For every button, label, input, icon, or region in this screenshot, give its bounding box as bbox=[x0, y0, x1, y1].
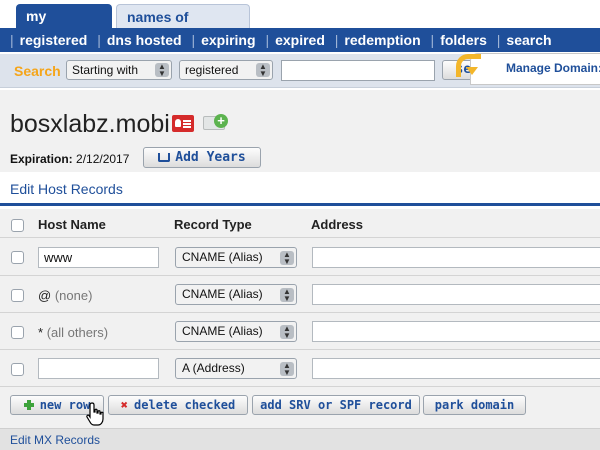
record-type-select[interactable]: A (Address) ▲ ▼ bbox=[175, 358, 297, 379]
add-to-folder-icon[interactable] bbox=[203, 114, 228, 130]
column-header-address: Address bbox=[311, 217, 364, 232]
nav-item-redemption[interactable]: redemption bbox=[344, 32, 420, 48]
park-domain-button[interactable]: park domain bbox=[423, 395, 526, 415]
updown-arrow-icon: ▲ ▼ bbox=[280, 288, 294, 303]
domain-title: bosxlabz.mobi bbox=[10, 110, 170, 138]
tab-my-domains[interactable]: my domains bbox=[16, 4, 112, 48]
new-row-label: new row bbox=[39, 398, 91, 412]
host-records-table: Host Name Record Type Address www CNAME … bbox=[0, 209, 600, 392]
search-scope-value: registered bbox=[185, 63, 239, 77]
contact-card-icon[interactable] bbox=[172, 115, 194, 132]
select-all-checkbox[interactable] bbox=[11, 219, 24, 232]
plus-icon bbox=[23, 400, 34, 410]
updown-arrow-icon: ▲ ▼ bbox=[280, 362, 294, 377]
record-type-select[interactable]: CNAME (Alias) ▲ ▼ bbox=[175, 284, 297, 305]
host-name-value: @ bbox=[38, 288, 52, 303]
delete-checked-button[interactable]: ✖ delete checked bbox=[108, 395, 248, 415]
host-name-text: @ (none) bbox=[38, 288, 92, 303]
curved-arrow-icon bbox=[456, 54, 481, 77]
nav-item-dns-hosted[interactable]: dns hosted bbox=[107, 32, 182, 48]
host-name-note: (all others) bbox=[46, 325, 109, 340]
record-type-value: CNAME (Alias) bbox=[182, 324, 263, 338]
row-checkbox[interactable] bbox=[11, 363, 24, 376]
address-input[interactable] bbox=[312, 358, 600, 379]
add-years-label: Add Years bbox=[175, 150, 246, 165]
mx-records-bar: Edit MX Records bbox=[0, 428, 600, 450]
divider bbox=[0, 275, 600, 276]
address-input[interactable] bbox=[312, 284, 600, 305]
row-checkbox[interactable] bbox=[11, 326, 24, 339]
updown-arrow-icon: ▲ ▼ bbox=[155, 63, 169, 78]
column-header-record-type: Record Type bbox=[174, 217, 252, 232]
domain-header: bosxlabz.mobi Expiration: 2/12/2017 Add … bbox=[0, 90, 600, 172]
address-input[interactable] bbox=[312, 247, 600, 268]
manage-domain-label[interactable]: Manage Domain: bbox=[506, 61, 600, 75]
expiration-info: Expiration: 2/12/2017 bbox=[10, 152, 129, 166]
search-scope-select[interactable]: registered ▲ ▼ bbox=[179, 60, 273, 80]
row-checkbox[interactable] bbox=[11, 289, 24, 302]
host-name-value: * bbox=[38, 325, 44, 340]
record-type-select[interactable]: CNAME (Alias) ▲ ▼ bbox=[175, 321, 297, 342]
updown-arrow-icon: ▲ ▼ bbox=[256, 63, 270, 78]
divider bbox=[0, 349, 600, 350]
host-records-header: Edit Host Records bbox=[0, 172, 600, 206]
divider bbox=[0, 312, 600, 313]
divider bbox=[0, 237, 600, 238]
record-type-select[interactable]: CNAME (Alias) ▲ ▼ bbox=[175, 247, 297, 268]
delete-checked-label: delete checked bbox=[134, 398, 236, 412]
expiration-label: Expiration: bbox=[10, 152, 73, 166]
search-label: Search bbox=[14, 63, 61, 79]
updown-arrow-icon: ▲ ▼ bbox=[280, 325, 294, 340]
tab-names-of-interest[interactable]: names of interest bbox=[116, 4, 250, 49]
record-type-value: CNAME (Alias) bbox=[182, 250, 263, 264]
search-mode-value: Starting with bbox=[72, 63, 139, 77]
host-name-text: * (all others) bbox=[38, 325, 108, 340]
top-tabs: my domains names of interest bbox=[0, 0, 600, 49]
mx-records-link[interactable]: Edit MX Records bbox=[10, 433, 100, 447]
nav-item-expired[interactable]: expired bbox=[275, 32, 325, 48]
nav-item-search[interactable]: search bbox=[506, 32, 551, 48]
nav-item-registered[interactable]: registered bbox=[20, 32, 88, 48]
expiration-date: 2/12/2017 bbox=[76, 152, 130, 166]
host-name-note: (none) bbox=[54, 288, 93, 303]
row-checkbox[interactable] bbox=[11, 251, 24, 264]
column-header-host-name: Host Name bbox=[38, 217, 106, 232]
host-records-title: Edit Host Records bbox=[10, 181, 123, 197]
address-input[interactable] bbox=[312, 321, 600, 342]
nav-item-expiring[interactable]: expiring bbox=[201, 32, 255, 48]
record-type-value: CNAME (Alias) bbox=[182, 287, 263, 301]
search-mode-select[interactable]: Starting with ▲ ▼ bbox=[66, 60, 172, 80]
record-type-value: A (Address) bbox=[182, 361, 245, 375]
nav-item-folders[interactable]: folders bbox=[440, 32, 487, 48]
cart-icon bbox=[158, 153, 171, 162]
search-input[interactable] bbox=[281, 60, 435, 81]
divider bbox=[0, 386, 600, 387]
updown-arrow-icon: ▲ ▼ bbox=[280, 251, 294, 266]
nav-bar: | registered | dns hosted | expiring | expir… bbox=[0, 28, 600, 52]
host-name-input[interactable]: www bbox=[38, 247, 159, 268]
hand-cursor-icon bbox=[86, 402, 104, 426]
add-srv-spf-button[interactable]: add SRV or SPF record bbox=[252, 395, 420, 415]
add-years-button[interactable]: Add Years bbox=[143, 147, 261, 168]
delete-icon: ✖ bbox=[120, 398, 129, 412]
host-name-input[interactable] bbox=[38, 358, 159, 379]
